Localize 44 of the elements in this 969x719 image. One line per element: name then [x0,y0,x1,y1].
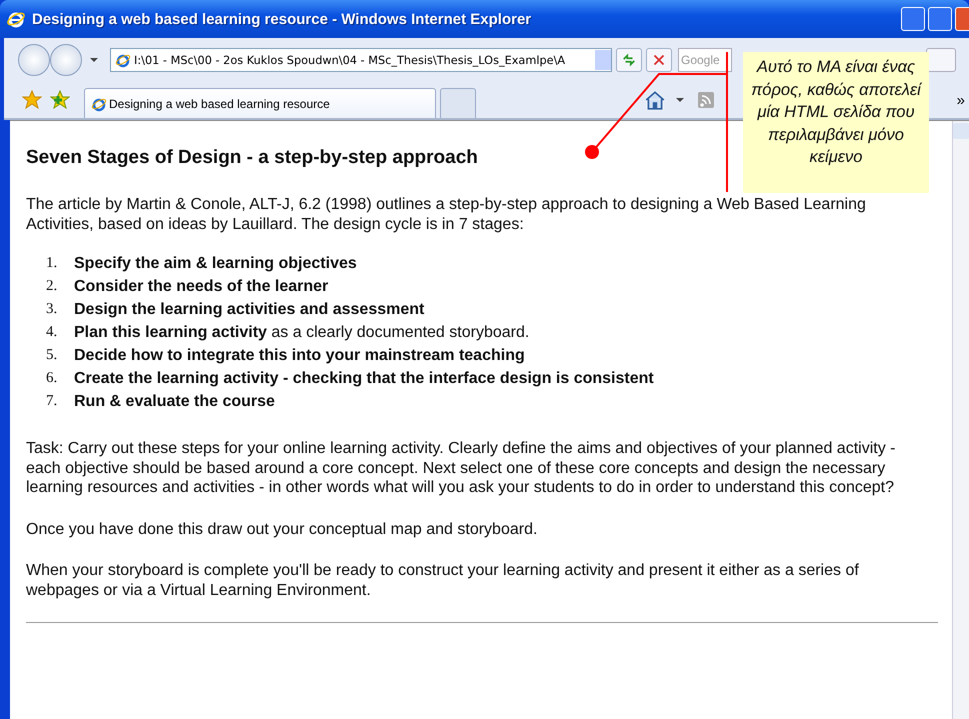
list-item: Create the learning activity - checking that the interface design is consistent [74,369,654,389]
window-title: Designing a web based learning resource - Windows Internet Explorer [32,10,532,28]
page-icon [115,52,131,68]
list-number: 6. [46,369,58,388]
body-paragraph: Once you have done this draw out your conceptual map and storyboard. [26,520,538,539]
search-button[interactable] [926,48,956,72]
minimize-button[interactable] [901,7,925,31]
feed-icon[interactable] [698,92,714,108]
stop-icon [653,54,665,66]
home-icon[interactable] [644,89,666,111]
list-item: Decide how to integrate this into your mainstream teaching [74,346,525,366]
refresh-icon [622,53,636,67]
list-item: Consider the needs of the learner [74,277,328,297]
body-paragraph: When your storyboard is complete you'll be ready to construct your learning activity and present it either as a series of webpages or via a Virtual Learning Environment. [26,561,860,600]
scrollbar[interactable] [952,121,969,719]
list-number: 1. [46,254,58,273]
refresh-button[interactable] [616,48,642,72]
browser-tab[interactable]: Designing a web based learning resource [84,88,436,118]
list-number: 4. [46,323,58,342]
callout-note: Αυτό το ΜΑ είναι ένας πόρος, καθώς αποτελεί μία HTML σελίδα που περιλαμβάνει μόνο κείμενο [743,52,929,193]
list-item: Run & evaluate the course [74,392,275,412]
new-tab-button[interactable] [440,88,476,118]
page-heading: Seven Stages of Design - a step-by-step approach [26,147,478,169]
list-item: Design the learning activities and assessment [74,300,424,320]
marker-dot [585,145,599,159]
more-tools-button[interactable]: » [956,92,965,108]
list-item: Plan this learning activity as a clearly documented storyboard. [74,323,530,343]
home-dropdown-icon[interactable] [676,98,684,102]
list-number: 3. [46,300,58,319]
list-item: Specify the aim & learning objectives [74,254,357,274]
search-field[interactable]: Google [678,48,732,72]
list-number: 7. [46,392,58,411]
list-number: 5. [46,346,58,365]
body-paragraph: Task: Carry out these steps for your online learning activity. Clearly define the aims and objectives of your planned activity - each objective should be based around a core concept. Next select one of these core concepts and design the necessary learning resources and activities - in other words what will you ask your students to do in order to understand this concept? [26,439,896,498]
maximize-button[interactable] [928,7,952,31]
history-dropdown-icon[interactable] [90,58,98,62]
list-number: 2. [46,277,58,296]
forward-button[interactable] [50,44,82,76]
address-field[interactable]: I:\01 - MSc\00 - 2os Kuklos Spoudwn\04 - MSc_Thesis\Thesis_LOs_Examlpe\A [110,48,612,72]
stop-button[interactable] [646,48,672,72]
star-icon[interactable] [22,90,42,110]
intro-paragraph: The article by Martin & Conole, ALT-J, 6.2 (1998) outlines a step-by-step approach to designing a Web Based Learning Activities, based on ideas by Lauillard. The design cycle is in 7 stages: [26,195,867,234]
back-button[interactable] [18,44,50,76]
add-star-icon[interactable] [50,90,70,110]
